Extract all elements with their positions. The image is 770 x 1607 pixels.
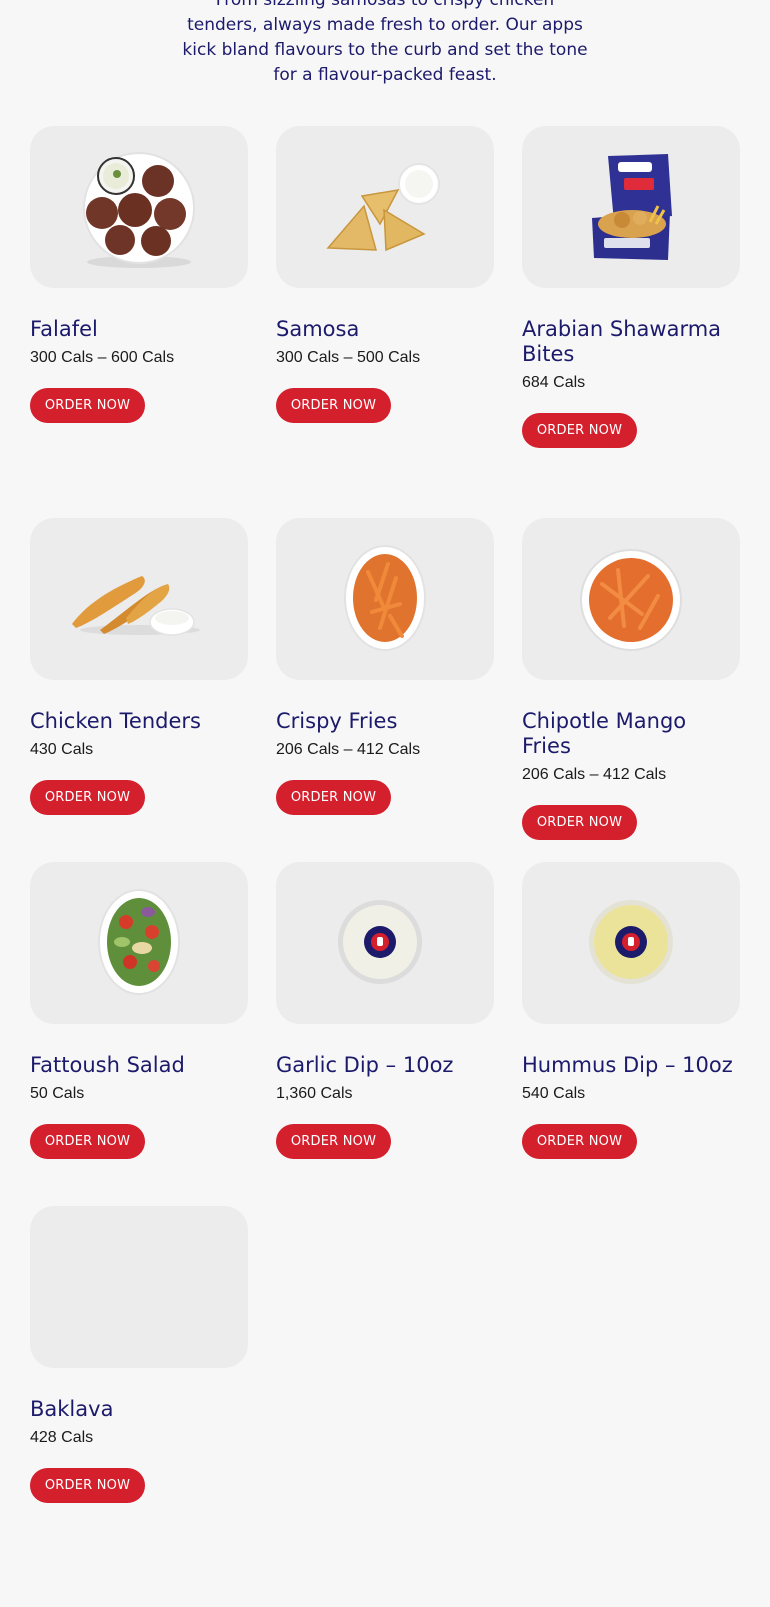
- crispy-fries-image[interactable]: [276, 518, 494, 680]
- order-now-button[interactable]: ORDER NOW: [522, 1124, 637, 1159]
- menu-item-chicken-tenders: Chicken Tenders 430 Cals ORDER NOW: [30, 518, 248, 815]
- shawarma-bites-box-image[interactable]: [522, 126, 740, 288]
- garlic-dip-image[interactable]: [276, 862, 494, 1024]
- item-title: Samosa: [276, 317, 360, 341]
- menu-item-chipotle-mango-fries: Chipotle Mango Fries 206 Cals – 412 Cals…: [522, 518, 740, 840]
- order-now-button[interactable]: ORDER NOW: [30, 1124, 145, 1159]
- item-title: Fattoush Salad: [30, 1053, 185, 1077]
- item-calories: 300 Cals – 500 Cals: [276, 349, 421, 366]
- order-now-button[interactable]: ORDER NOW: [276, 388, 391, 423]
- menu-item-samosa: Samosa 300 Cals – 500 Cals ORDER NOW: [276, 126, 494, 423]
- order-now-button[interactable]: ORDER NOW: [276, 780, 391, 815]
- item-calories: 684 Cals: [522, 374, 586, 391]
- item-calories: 540 Cals: [522, 1085, 586, 1102]
- menu-item-garlic-dip: Garlic Dip – 10oz 1,360 Cals ORDER NOW: [276, 862, 494, 1159]
- intro-paragraph: From sizzling samosas to crispy chicken …: [182, 0, 588, 85]
- chipotle-mango-fries-image[interactable]: [522, 518, 740, 680]
- item-calories: 206 Cals – 412 Cals: [276, 741, 421, 758]
- item-calories: 206 Cals – 412 Cals: [522, 766, 667, 783]
- item-title: Crispy Fries: [276, 709, 398, 733]
- item-calories: 428 Cals: [30, 1429, 94, 1446]
- item-title: Chipotle Mango Fries: [522, 709, 687, 758]
- item-title: Baklava: [30, 1397, 114, 1421]
- menu-item-falafel: Falafel 300 Cals – 600 Cals ORDER NOW: [30, 126, 248, 423]
- item-title: Arabian Shawarma Bites: [522, 317, 722, 366]
- item-calories: 1,360 Cals: [276, 1085, 353, 1102]
- item-calories: 50 Cals: [30, 1085, 85, 1102]
- menu-item-baklava: Baklava 428 Cals ORDER NOW: [30, 1206, 248, 1503]
- fattoush-salad-image[interactable]: [30, 862, 248, 1024]
- falafel-plate-image[interactable]: [30, 126, 248, 288]
- baklava-image-placeholder[interactable]: [30, 1206, 248, 1368]
- samosa-image[interactable]: [276, 126, 494, 288]
- order-now-button[interactable]: ORDER NOW: [522, 805, 637, 840]
- item-title: Hummus Dip – 10oz: [522, 1053, 733, 1077]
- order-now-button[interactable]: ORDER NOW: [30, 1468, 145, 1503]
- order-now-button[interactable]: ORDER NOW: [276, 1124, 391, 1159]
- item-title: Chicken Tenders: [30, 709, 201, 733]
- order-now-button[interactable]: ORDER NOW: [522, 413, 637, 448]
- item-calories: 430 Cals: [30, 741, 94, 758]
- menu-item-fattoush-salad: Fattoush Salad 50 Cals ORDER NOW: [30, 862, 248, 1159]
- order-now-button[interactable]: ORDER NOW: [30, 780, 145, 815]
- item-title: Garlic Dip – 10oz: [276, 1053, 454, 1077]
- chicken-tenders-image[interactable]: [30, 518, 248, 680]
- item-title: Falafel: [30, 317, 98, 341]
- order-now-button[interactable]: ORDER NOW: [30, 388, 145, 423]
- menu-item-crispy-fries: Crispy Fries 206 Cals – 412 Cals ORDER N…: [276, 518, 494, 815]
- hummus-dip-image[interactable]: [522, 862, 740, 1024]
- menu-item-arabian-shawarma-bites: Arabian Shawarma Bites 684 Cals ORDER NO…: [522, 126, 740, 448]
- menu-item-hummus-dip: Hummus Dip – 10oz 540 Cals ORDER NOW: [522, 862, 740, 1159]
- item-calories: 300 Cals – 600 Cals: [30, 349, 175, 366]
